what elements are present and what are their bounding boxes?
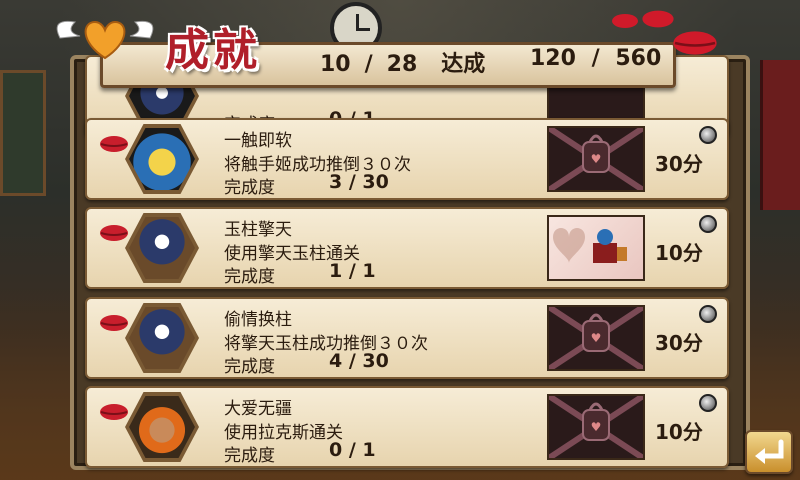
achievement-card[interactable]: 玉柱擎天 使用擎天玉柱通关 完成度 1 / 1 10分 [85,207,729,289]
achievement-description: 将擎天玉柱成功推倒３０次 [224,334,428,354]
points-summary: 120 / 560 [530,46,661,71]
locked-reward-icon: ♥ [547,125,645,193]
progress-value: 4 / 30 [329,350,389,372]
points-earned: 120 [530,46,576,71]
achievement-name: 玉柱擎天 [224,220,292,240]
achievement-card[interactable]: 偷情换柱 将擎天玉柱成功推倒３０次 完成度 4 / 30 ♥ 30分 [85,297,729,379]
achievement-points: 10分 [655,241,703,265]
total-count: 28 [386,52,418,77]
achievement-name: 大爱无疆 [224,399,292,419]
points-separator: / [591,46,600,71]
svg-text:♥: ♥ [591,420,602,434]
achievement-card[interactable]: 大爱无疆 使用拉克斯通关 完成度 0 / 1 ♥ 10分 [85,386,729,468]
progress-value: 0 / 1 [329,439,376,461]
achievement-description: 使用拉克斯通关 [224,423,343,443]
progress-label: 完成度 [224,267,275,287]
achievement-points: 30分 [655,331,703,355]
status-radio-icon [699,394,717,412]
achievement-count: 10 / 28 达成 [320,46,499,78]
achieved-label: 达成 [441,52,486,77]
wall-banner [760,60,800,210]
locked-reward-icon: ♥ [547,304,645,372]
achievement-points: 30分 [655,152,703,176]
locked-reward-icon: ♥ [547,393,645,461]
winged-heart-icon [56,20,154,60]
achievement-portrait [125,213,199,283]
achievement-portrait [125,303,199,373]
achievement-portrait [125,392,199,462]
completed-count: 10 [320,52,351,77]
progress-value: 1 / 1 [329,260,376,282]
progress-label: 完成度 [224,178,275,198]
svg-text:♥: ♥ [591,152,602,166]
kiss-mark-icon [612,14,638,28]
status-radio-icon [699,126,717,144]
points-total: 560 [615,46,662,71]
page-title: 成就 [165,25,261,76]
status-radio-icon [699,305,717,323]
progress-value: 3 / 30 [329,171,389,193]
achievement-points: 10分 [655,420,703,444]
status-radio-icon [699,215,717,233]
wall-poster [0,70,46,196]
return-arrow-icon [755,439,784,464]
progress-label: 完成度 [224,357,275,377]
kiss-mark-icon [673,31,717,55]
unlocked-reward-image [547,215,645,281]
count-separator: / [364,52,373,77]
achievement-name: 偷情换柱 [224,310,292,330]
progress-label: 完成度 [224,446,275,466]
svg-text:♥: ♥ [591,331,602,345]
achievement-portrait [125,124,199,194]
achievement-name: 一触即软 [224,131,292,151]
back-button[interactable] [745,430,793,474]
achievement-card[interactable]: 一触即软 将触手姬成功推倒３０次 完成度 3 / 30 ♥ 30分 [85,118,729,200]
